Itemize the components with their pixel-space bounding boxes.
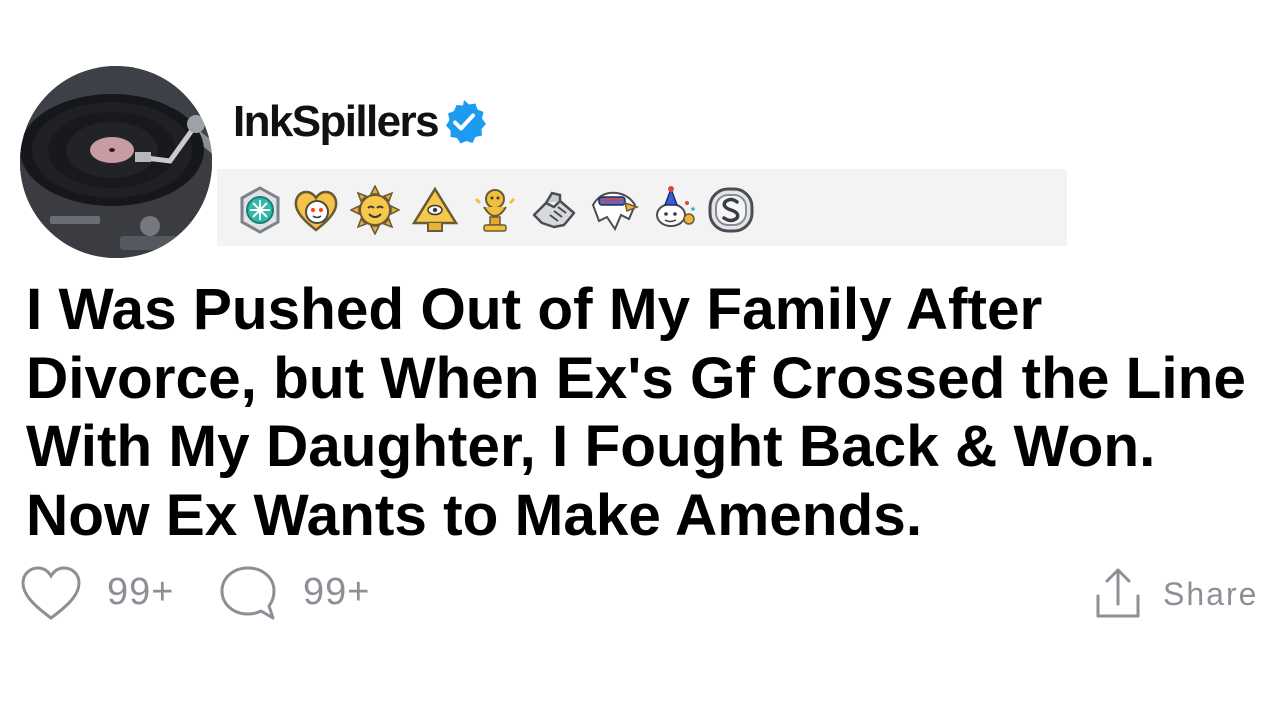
username[interactable]: InkSpillers xyxy=(233,100,440,144)
wholesome-heart-award-icon[interactable] xyxy=(291,185,341,235)
share-button[interactable]: Share xyxy=(1163,578,1258,610)
author-row: InkSpillers xyxy=(233,94,488,150)
handshake-award-icon[interactable] xyxy=(530,185,580,235)
comment-icon[interactable] xyxy=(218,564,278,622)
helpful-award-icon[interactable] xyxy=(235,185,285,235)
awards-bar xyxy=(217,169,1067,246)
heart-icon[interactable] xyxy=(20,566,82,622)
verified-badge-icon xyxy=(440,98,488,146)
comment-count: 99+ xyxy=(303,571,371,613)
post-card: InkSpillers I Was Pushed Out of My Famil… xyxy=(0,0,1280,720)
eagle-award-icon[interactable] xyxy=(589,185,639,235)
sun-award-icon[interactable] xyxy=(350,185,400,235)
like-count: 99+ xyxy=(107,571,175,613)
share-icon[interactable] xyxy=(1094,566,1142,622)
pyramid-award-icon[interactable] xyxy=(410,185,460,235)
action-bar: 99+ 99+ Share xyxy=(0,560,1280,624)
avatar[interactable] xyxy=(20,66,212,258)
gold-trophy-award-icon[interactable] xyxy=(470,185,520,235)
snoo-party-award-icon[interactable] xyxy=(649,185,699,235)
silver-coin-award-icon[interactable] xyxy=(706,185,756,235)
post-title: I Was Pushed Out of My Family After Divo… xyxy=(26,277,1246,548)
record-player-icon xyxy=(20,66,212,258)
